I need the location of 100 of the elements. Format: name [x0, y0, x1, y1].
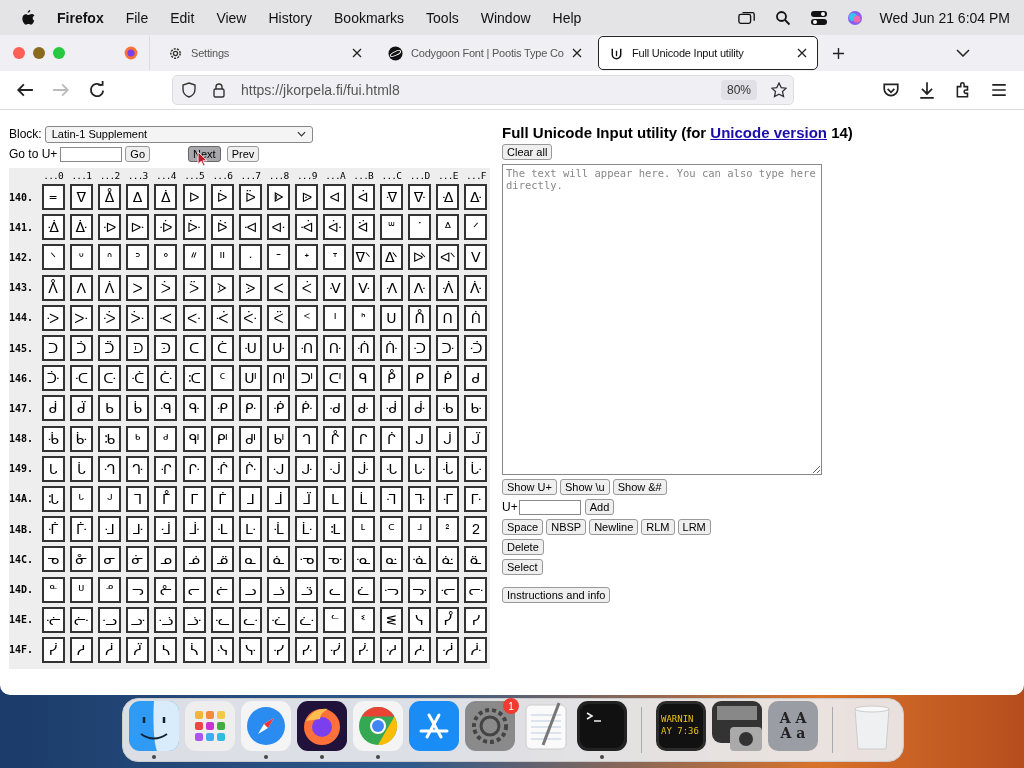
character-button[interactable]: ᑕ [182, 335, 206, 362]
character-button[interactable]: ᒥ [182, 485, 206, 512]
character-button[interactable]: ᓨ [267, 606, 291, 633]
menu-icon[interactable] [990, 81, 1008, 99]
character-button[interactable]: ᐷ [238, 274, 262, 301]
character-button[interactable]: ᑐ [41, 335, 65, 362]
character-button[interactable]: ᓒ [97, 576, 121, 603]
character-button[interactable]: ᒜ [379, 455, 403, 482]
character-button[interactable]: ᐡ [69, 244, 93, 271]
character-button[interactable]: ᑂ [97, 304, 121, 331]
character-button[interactable]: ᓭ [408, 606, 432, 633]
character-button[interactable]: ᓑ [69, 576, 93, 603]
character-button[interactable]: ᒬ [379, 485, 403, 512]
character-button[interactable]: ᒌ [379, 425, 403, 452]
text-area[interactable]: The text will appear here. You can also type here directly. [502, 164, 822, 475]
character-button[interactable]: ᐞ [436, 214, 460, 241]
character-button[interactable]: ᒗ [238, 455, 262, 482]
nav-button[interactable]: Go [125, 146, 151, 162]
character-button[interactable]: ᒁ [69, 425, 93, 452]
character-button[interactable]: ᒰ [41, 516, 65, 543]
character-button[interactable]: ᓢ [97, 606, 121, 633]
character-button[interactable]: ᓾ [436, 636, 460, 663]
character-button[interactable]: ᐟ [464, 214, 488, 241]
character-button[interactable]: ᒾ [436, 516, 460, 543]
new-tab-icon[interactable] [832, 46, 845, 60]
character-button[interactable]: ᑽ [408, 395, 432, 422]
character-button[interactable]: ᑟ [464, 335, 488, 362]
character-button[interactable]: ᑌ [379, 304, 403, 331]
search-icon[interactable] [773, 9, 792, 26]
letter-a-app-icon[interactable] [409, 701, 459, 751]
character-button[interactable]: ᓍ [408, 546, 432, 573]
character-button[interactable]: ᑘ [267, 335, 291, 362]
character-button[interactable]: ᓕ [182, 576, 206, 603]
character-button[interactable]: ᐄ [154, 184, 178, 211]
character-button[interactable]: ᒇ [238, 425, 262, 452]
character-button[interactable]: ᓽ [408, 636, 432, 663]
character-button[interactable]: ᐴ [154, 274, 178, 301]
character-button[interactable]: ᐆ [210, 184, 234, 211]
character-button[interactable]: ᓌ [379, 546, 403, 573]
character-button[interactable]: ᐌ [379, 184, 403, 211]
character-button[interactable]: ᐬ [379, 244, 403, 271]
character-button[interactable]: ᓞ [436, 576, 460, 603]
character-button[interactable]: ᒂ [97, 425, 121, 452]
character-button[interactable]: ᑰ [41, 395, 65, 422]
character-button[interactable]: ᒤ [154, 485, 178, 512]
character-button[interactable]: ᓹ [295, 636, 319, 663]
character-button[interactable]: ᓛ [351, 576, 375, 603]
character-button[interactable]: ᒔ [154, 455, 178, 482]
character-button[interactable]: ᐝ [408, 214, 432, 241]
character-button[interactable]: ᒲ [97, 516, 121, 543]
character-button[interactable]: ᓮ [436, 606, 460, 633]
apple-logo-icon[interactable] [20, 9, 35, 26]
select-button[interactable]: Select [502, 559, 543, 575]
character-button[interactable]: ᑞ [436, 335, 460, 362]
character-button[interactable]: ᑒ [97, 335, 121, 362]
character-button[interactable]: ᓈ [267, 546, 291, 573]
reload-icon[interactable] [88, 81, 106, 99]
character-button[interactable]: ᑅ [182, 304, 206, 331]
add-button[interactable]: Add [584, 499, 615, 515]
character-button[interactable]: ᐢ [97, 244, 121, 271]
character-button[interactable]: ᓡ [69, 606, 93, 633]
close-tab-icon[interactable] [797, 48, 807, 58]
character-button[interactable]: ᑁ [69, 304, 93, 331]
character-button[interactable]: ᐙ [295, 214, 319, 241]
character-button[interactable]: ᑲ [97, 395, 121, 422]
character-button[interactable]: ᒞ [436, 455, 460, 482]
character-button[interactable]: ᒧ [238, 485, 262, 512]
character-button[interactable]: ᑑ [69, 335, 93, 362]
character-button[interactable]: ᐵ [182, 274, 206, 301]
character-button[interactable]: ᒶ [210, 516, 234, 543]
character-button[interactable]: ᓺ [323, 636, 347, 663]
character-button[interactable]: ᐾ [436, 274, 460, 301]
siri-icon[interactable] [845, 9, 864, 26]
back-arrow-icon[interactable] [16, 81, 34, 99]
character-button[interactable]: ᑺ [323, 395, 347, 422]
insert-character-button[interactable]: Space [502, 519, 544, 535]
character-button[interactable]: ᑆ [210, 304, 234, 331]
character-button[interactable]: ᒡ [69, 485, 93, 512]
character-button[interactable]: ᐽ [408, 274, 432, 301]
toggles-icon[interactable] [809, 9, 828, 26]
character-button[interactable]: ᓝ [408, 576, 432, 603]
character-button[interactable]: ᓱ [69, 636, 93, 663]
tab-list-chevron-icon[interactable] [956, 49, 970, 57]
character-button[interactable]: ᐥ [182, 244, 206, 271]
show-format-button[interactable]: Show &# [612, 479, 667, 495]
character-button[interactable]: ᐀ [41, 184, 65, 211]
character-button[interactable]: ᒐ [41, 455, 65, 482]
character-button[interactable]: ᓏ [464, 546, 488, 573]
character-button[interactable]: ᓼ [379, 636, 403, 663]
character-button[interactable]: ᑊ [323, 304, 347, 331]
fox-globe-app-icon[interactable] [297, 701, 347, 751]
character-button[interactable]: ᐶ [210, 274, 234, 301]
character-button[interactable]: ᐪ [323, 244, 347, 271]
character-button[interactable]: ᒱ [69, 516, 93, 543]
character-button[interactable]: ᐛ [351, 214, 375, 241]
add-code-input[interactable] [518, 499, 581, 515]
clear-all-button[interactable]: Clear all [502, 144, 553, 160]
character-button[interactable]: ᐼ [379, 274, 403, 301]
character-button[interactable]: ᓧ [238, 606, 262, 633]
character-button[interactable]: ᒕ [182, 455, 206, 482]
